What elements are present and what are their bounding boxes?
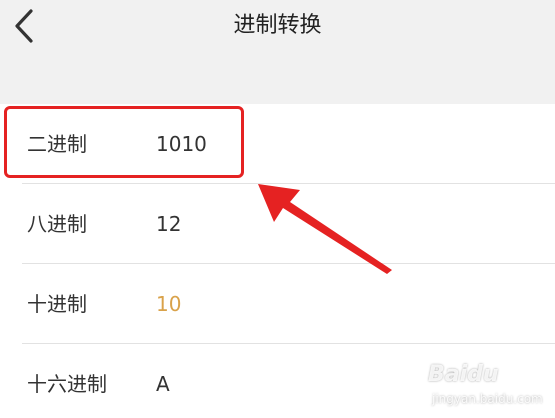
annotation-arrow xyxy=(258,184,392,274)
app-screen: 进制转换 二进制 1010 八进制 12 十进制 10 十六进制 A Baidu… xyxy=(0,0,555,418)
watermark-url: jingyan.baidu.com xyxy=(432,392,543,406)
watermark-logo: Baidu xyxy=(428,362,499,387)
baidu-watermark: Baidu jingyan.baidu.com xyxy=(428,362,550,414)
arrow-shape xyxy=(258,184,392,274)
